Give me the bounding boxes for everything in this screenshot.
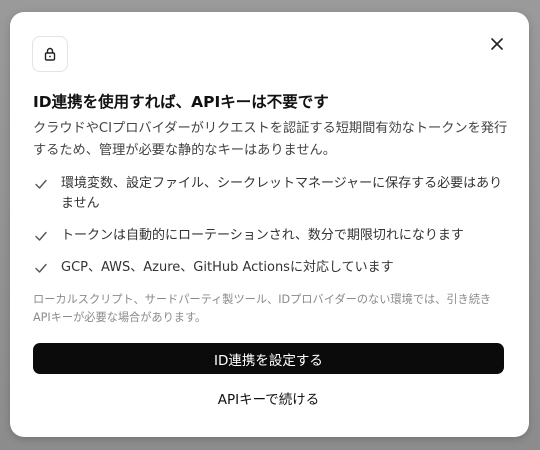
lock-icon: [44, 47, 56, 61]
check-icon: [35, 263, 47, 273]
dialog-note: ローカルスクリプト、サードパーティ製ツール、IDプロバイダーのない環境では、引き…: [33, 293, 492, 324]
dialog-description: クラウドやCIプロバイダーがリクエストを認証する短期間有効なトークンを発行するた…: [33, 121, 508, 158]
api-key-dialog: ID連携を使用すれば、APIキーは不要です クラウドやCIプロバイダーがリクエス…: [10, 12, 529, 437]
continue-with-api-key-button[interactable]: APIキーで続ける: [33, 385, 504, 411]
close-button[interactable]: [487, 34, 507, 54]
setup-id-federation-button[interactable]: ID連携を設定する: [33, 343, 504, 374]
feature-text: GCP、AWS、Azure、GitHub Actionsに対応しています: [61, 260, 394, 275]
close-icon: [491, 38, 503, 50]
feature-item: 環境変数、設定ファイル、シークレットマネージャーに保存する必要はありません: [33, 174, 513, 214]
lock-icon-container: [32, 36, 68, 72]
feature-text: 環境変数、設定ファイル、シークレットマネージャーに保存する必要はありません: [61, 176, 503, 211]
check-icon: [35, 231, 47, 241]
feature-list: 環境変数、設定ファイル、シークレットマネージャーに保存する必要はありません トー…: [33, 174, 513, 278]
feature-item: GCP、AWS、Azure、GitHub Actionsに対応しています: [33, 258, 513, 278]
feature-text: トークンは自動的にローテーションされ、数分で期限切れになります: [61, 228, 464, 243]
dialog-title: ID連携を使用すれば、APIキーは不要です: [33, 93, 329, 111]
check-icon: [35, 179, 47, 189]
feature-item: トークンは自動的にローテーションされ、数分で期限切れになります: [33, 226, 513, 246]
